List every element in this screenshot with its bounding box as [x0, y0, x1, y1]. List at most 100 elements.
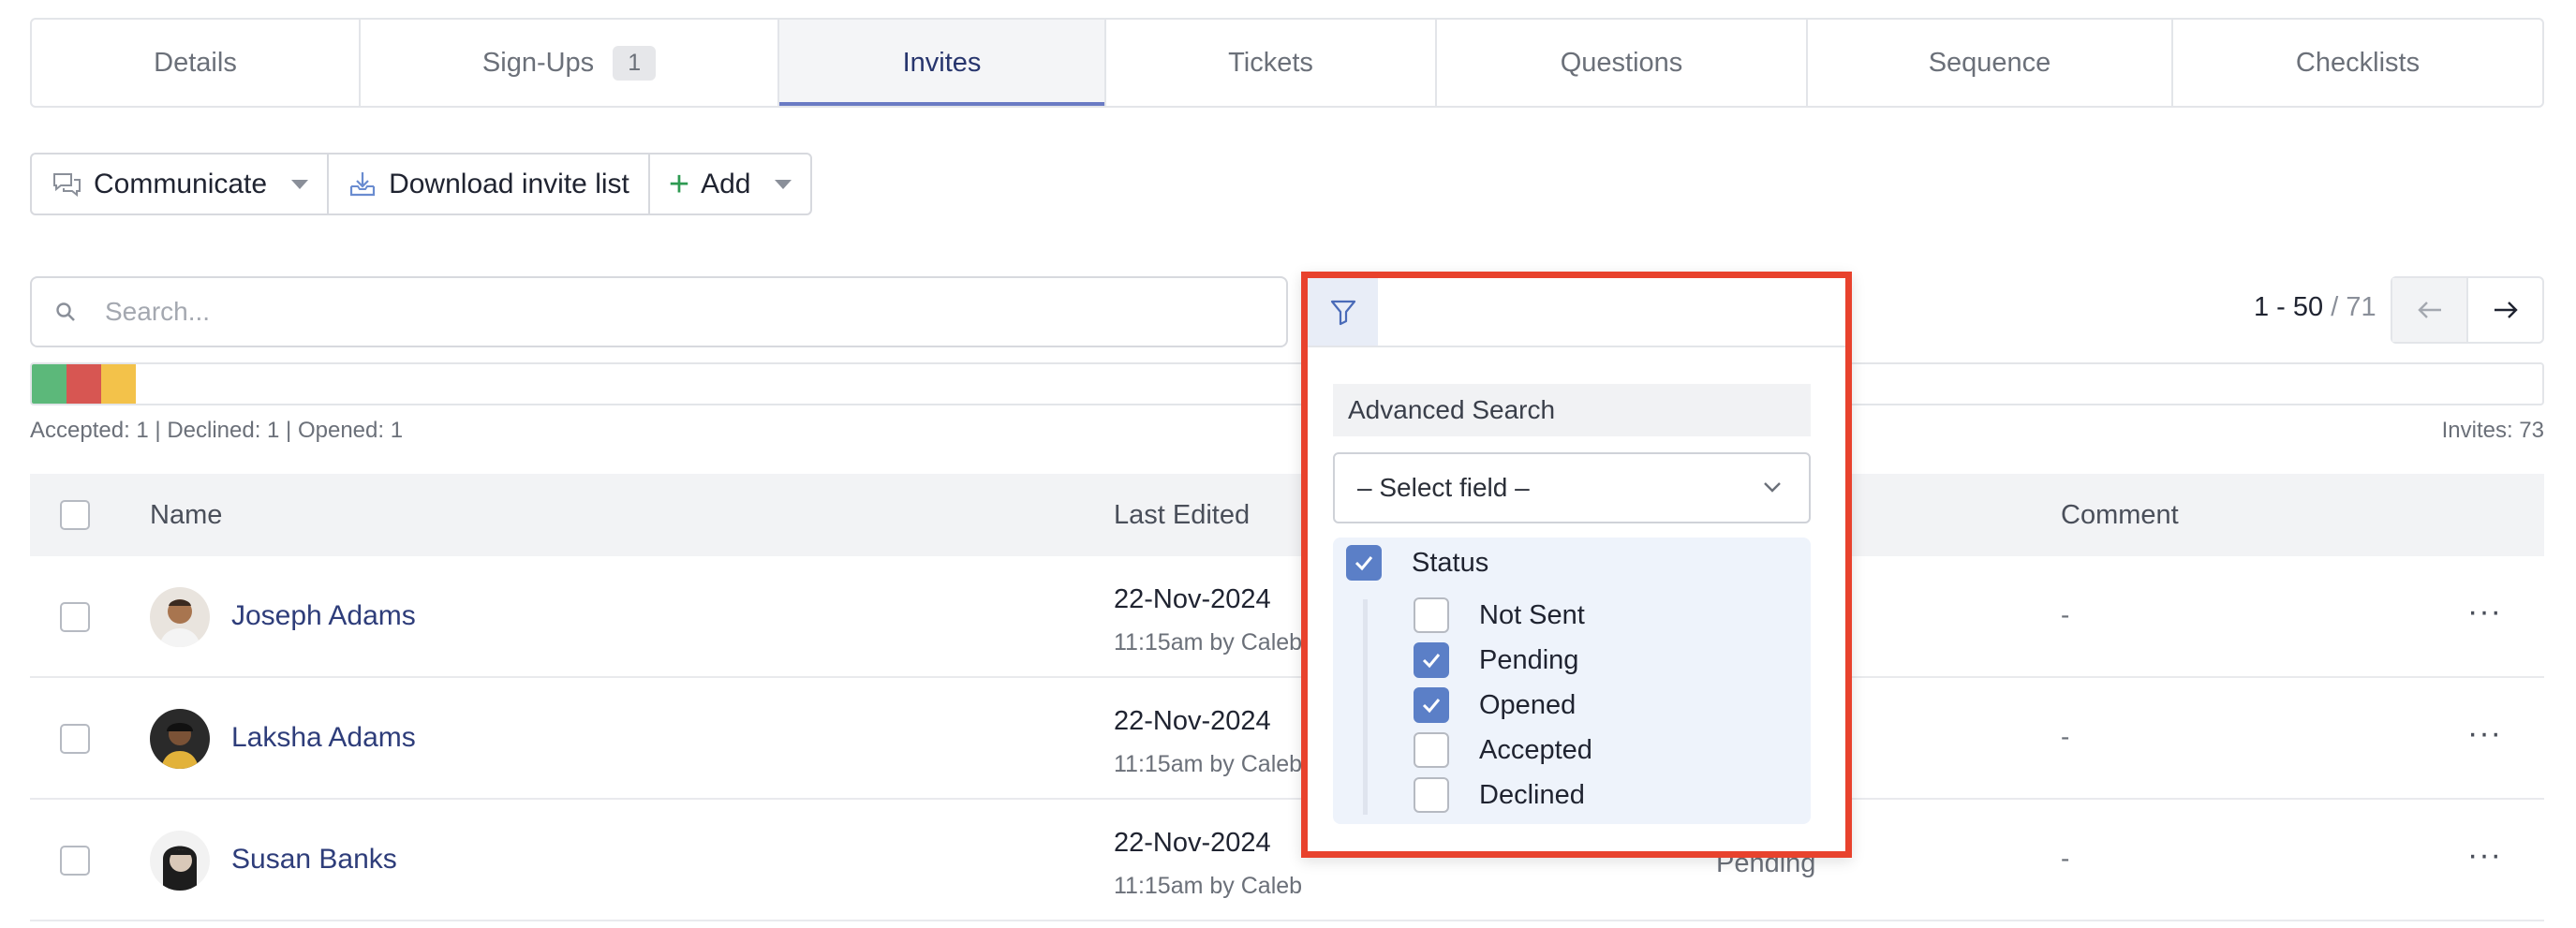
status-summary: Accepted: 1 | Declined: 1 | Opened: 1 [30, 418, 404, 443]
tab-label: Checklists [2295, 47, 2421, 78]
pending-checkbox[interactable] [1414, 642, 1449, 678]
option-label: Accepted [1479, 734, 1592, 765]
invitee-name-link[interactable]: Susan Banks [231, 844, 397, 876]
action-toolbar: Communicate Download invite list + Add [30, 153, 813, 215]
more-options-icon[interactable]: ··· [2467, 837, 2502, 874]
opened-segment [101, 364, 136, 404]
status-group-option[interactable]: Status [1346, 545, 1488, 581]
advanced-search-heading: Advanced Search [1333, 384, 1811, 436]
tab-label: Sign-Ups [481, 47, 595, 78]
option-label: Not Sent [1479, 599, 1585, 630]
add-button[interactable]: + Add [650, 155, 811, 214]
tab-checklists[interactable]: Checklists [2173, 20, 2542, 106]
table-row[interactable]: Joseph Adams 22-Nov-2024 11:15am by Cale… [30, 556, 2544, 678]
arrow-right-icon [2494, 302, 2518, 318]
check-icon [1422, 699, 1441, 714]
last-edited-date: 22-Nov-2024 [1114, 584, 1271, 614]
status-distribution-bar [30, 362, 2544, 405]
status-group-label: Status [1412, 547, 1489, 578]
tab-label: Invites [902, 47, 982, 78]
filter-popup: Advanced Search – Select field – Status … [1301, 272, 1852, 858]
opened-checkbox[interactable] [1414, 687, 1449, 723]
status-group-checkbox[interactable] [1346, 545, 1382, 581]
more-options-icon[interactable]: ··· [2467, 594, 2502, 630]
tab-label: Questions [1560, 47, 1683, 78]
tab-label: Details [154, 47, 237, 78]
communicate-label: Communicate [94, 168, 268, 199]
option-opened[interactable]: Opened [1414, 687, 1576, 723]
more-options-icon[interactable]: ··· [2467, 715, 2502, 752]
range-text: 1 - 50 [2254, 292, 2324, 322]
comment-text: - [2061, 600, 2070, 629]
download-label: Download invite list [389, 168, 629, 199]
tab-sequence[interactable]: Sequence [1808, 20, 2173, 106]
last-edited-date: 22-Nov-2024 [1114, 706, 1271, 736]
status-filter-group: Status Not Sent Pending Opened Accepted … [1333, 538, 1811, 824]
last-edited-by: 11:15am by Caleb [1114, 629, 1303, 655]
filter-button[interactable] [1308, 278, 1378, 346]
download-icon [349, 171, 376, 196]
option-not-sent[interactable]: Not Sent [1414, 597, 1585, 633]
previous-page-button[interactable] [2392, 278, 2468, 342]
tab-tickets[interactable]: Tickets [1106, 20, 1437, 106]
add-label: Add [701, 168, 751, 199]
chevron-down-icon [1764, 482, 1781, 493]
option-label: Opened [1479, 689, 1577, 720]
option-label: Pending [1479, 644, 1579, 675]
not-sent-checkbox[interactable] [1414, 597, 1449, 633]
tab-sign-ups[interactable]: Sign-Ups 1 [361, 20, 779, 106]
chevron-down-icon [775, 179, 792, 189]
accepted-checkbox[interactable] [1414, 732, 1449, 768]
column-header-name[interactable]: Name [150, 474, 222, 556]
table-row[interactable]: Laksha Adams 22-Nov-2024 11:15am by Cale… [30, 678, 2544, 800]
search-icon [56, 302, 75, 321]
chevron-down-icon [291, 179, 309, 189]
comment-text: - [2061, 722, 2070, 751]
column-header-comment[interactable]: Comment [2061, 474, 2179, 556]
avatar [150, 587, 210, 647]
pagination-controls [2391, 276, 2544, 344]
option-declined[interactable]: Declined [1414, 777, 1585, 813]
last-edited-date: 22-Nov-2024 [1114, 828, 1271, 858]
option-label: Declined [1479, 779, 1585, 810]
select-all-cell [60, 474, 90, 556]
next-page-button[interactable] [2468, 278, 2542, 342]
communicate-button[interactable]: Communicate [32, 155, 330, 214]
plus-icon: + [668, 164, 690, 204]
arrow-left-icon [2417, 302, 2441, 318]
table-header: Name Last Edited Comment [30, 474, 2544, 556]
tab-bar: Details Sign-Ups 1 Invites Tickets Questi… [30, 18, 2544, 108]
tab-details[interactable]: Details [32, 20, 361, 106]
row-checkbox[interactable] [60, 846, 90, 876]
avatar [150, 831, 210, 891]
row-checkbox[interactable] [60, 602, 90, 632]
select-field-value: – Select field – [1357, 473, 1530, 502]
invites-count: Invites: 73 [2441, 418, 2544, 443]
option-accepted[interactable]: Accepted [1414, 732, 1592, 768]
declined-checkbox[interactable] [1414, 777, 1449, 813]
tab-questions[interactable]: Questions [1437, 20, 1808, 106]
total-text: / 71 [2331, 292, 2376, 322]
popup-divider [1308, 346, 1845, 347]
search-input[interactable] [105, 297, 1229, 327]
select-field-dropdown[interactable]: – Select field – [1333, 452, 1811, 523]
table-row[interactable]: Susan Banks 22-Nov-2024 11:15am by Caleb… [30, 800, 2544, 921]
column-header-last-edited[interactable]: Last Edited [1114, 474, 1250, 556]
row-checkbox[interactable] [60, 724, 90, 754]
avatar [150, 709, 210, 769]
declined-segment [67, 364, 101, 404]
download-invite-list-button[interactable]: Download invite list [329, 155, 650, 214]
last-edited-by: 11:15am by Caleb [1114, 751, 1303, 777]
pagination-range: 1 - 50 / 71 [2254, 292, 2376, 323]
option-pending[interactable]: Pending [1414, 642, 1578, 678]
filter-icon [1330, 300, 1355, 326]
comment-text: - [2061, 844, 2070, 873]
invitee-name-link[interactable]: Laksha Adams [231, 722, 416, 754]
sign-ups-count-badge: 1 [613, 45, 657, 81]
tree-line [1363, 599, 1368, 815]
invitee-name-link[interactable]: Joseph Adams [231, 600, 416, 632]
tab-invites[interactable]: Invites [779, 20, 1106, 106]
select-all-checkbox[interactable] [60, 500, 90, 530]
search-box [30, 276, 1288, 347]
chat-icon [53, 172, 81, 197]
